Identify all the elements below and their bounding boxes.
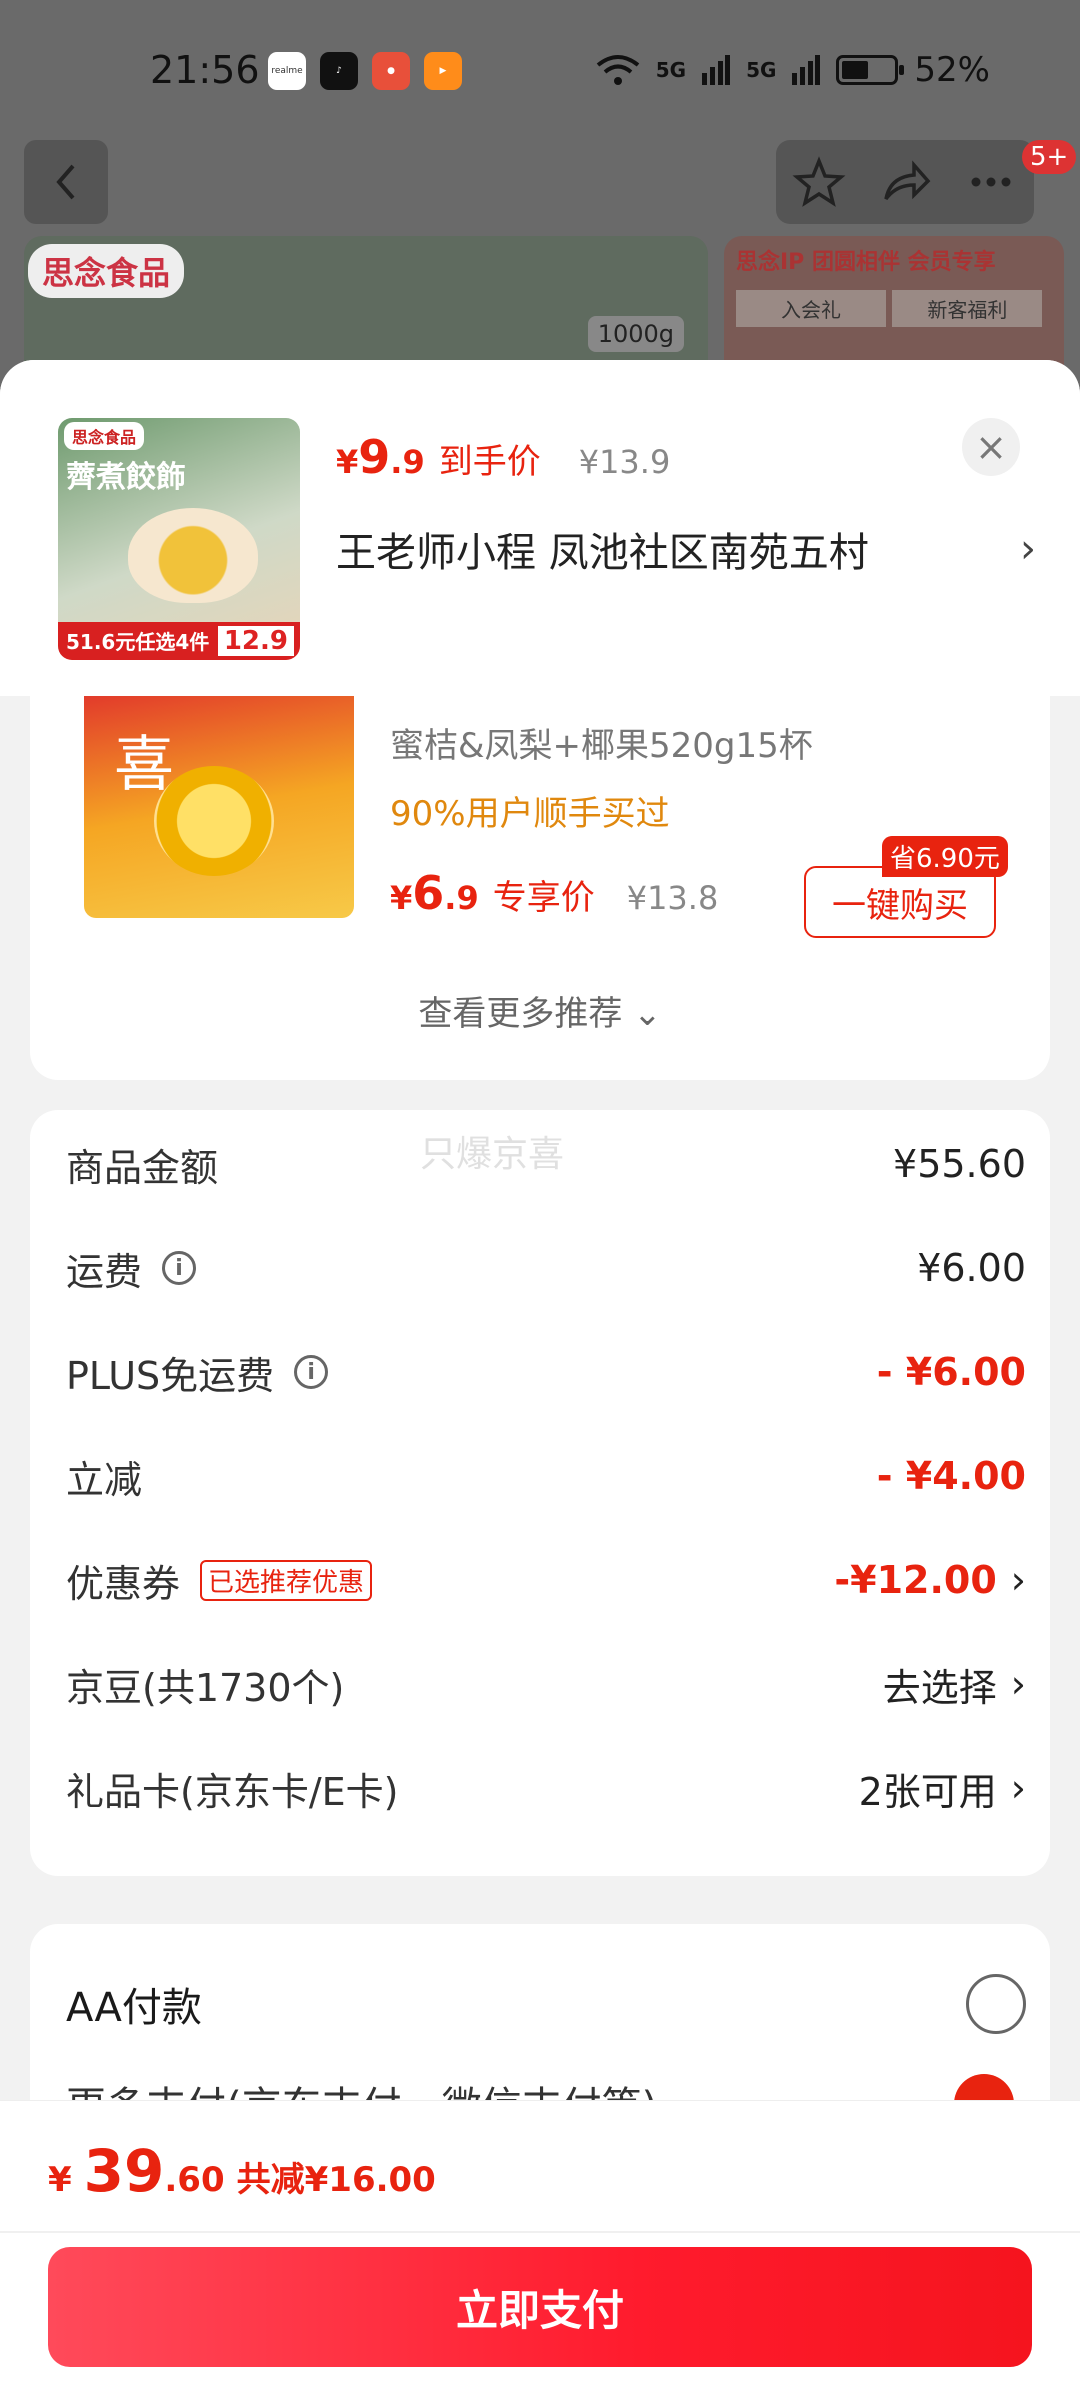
status-app-icons: realme ♪ ● ▶ (268, 52, 462, 90)
close-button[interactable]: × (962, 418, 1020, 476)
share-icon[interactable] (878, 155, 932, 209)
app-orange-icon: ● (372, 52, 410, 90)
chevron-right-icon: › (1010, 1558, 1026, 1602)
battery-icon (836, 55, 905, 85)
recommend-name: 蜜桔&凤梨+椰果520g15杯 (390, 726, 813, 766)
signal-icon (702, 55, 731, 85)
thumb-price: 12.9 (217, 626, 294, 656)
recommend-price-line: ¥6.9 专享价 ¥13.8 (390, 866, 718, 920)
back-button[interactable] (24, 140, 108, 224)
fee-row: 运费 i ¥6.00 (66, 1228, 1026, 1308)
close-icon: × (975, 425, 1007, 469)
notification-badge: 5+ (1022, 140, 1077, 174)
fee-label: 礼品卡(京东卡/E卡) (66, 1769, 399, 1814)
fee-card: 商品金额 ¥55.60 运费 i ¥6.00 PLUS免运费 i - ¥6.00 立减 - ¥4.… (30, 1110, 1050, 1876)
chevron-down-icon: ⌄ (633, 994, 662, 1034)
fee-value: - ¥6.00 (876, 1350, 1026, 1394)
fee-value: ¥55.60 (893, 1142, 1026, 1186)
fee-value: ¥6.00 (917, 1246, 1026, 1290)
final-price: ¥9.9 (336, 430, 425, 484)
brand-logo: 思念食品 (28, 244, 185, 298)
recommend-price: ¥6.9 (390, 866, 479, 920)
coupon-tag: 已选推荐优惠 (200, 1559, 373, 1601)
fee-label: 优惠券 已选推荐优惠 (66, 1553, 373, 1608)
price-line: ¥9.9 到手价 ¥13.9 (336, 430, 670, 484)
wifi-icon (596, 55, 639, 85)
recommend-original-price: ¥13.8 (626, 879, 719, 917)
member-gift-box: 入会礼 (736, 290, 886, 327)
fee-value: -¥12.00 › (834, 1558, 1026, 1602)
product-thumbnail[interactable]: 思念食品 薺煮餃飾 51.6元任选4件 12.9 (58, 418, 300, 660)
aa-payment-label: AA付款 (66, 1985, 202, 2031)
save-tag: 省6.90元 (882, 836, 1008, 877)
member-banner-header: 思念IP 团圆相伴 会员专享 (736, 250, 996, 275)
thumb-logo: 思念食品 (64, 422, 145, 450)
status-bar: 21:56 realme ♪ ● ▶ 5G 5G 52% (0, 0, 1080, 140)
final-price-label: 到手价 (438, 442, 541, 482)
status-indicators: 5G 5G 52% (596, 50, 990, 90)
watermark: 只爆京喜 (420, 1134, 565, 1175)
sheet-header: 思念食品 薺煮餃飾 51.6元任选4件 12.9 ¥9.9 到手价 ¥13.9 … (0, 360, 1080, 696)
info-icon[interactable]: i (162, 1251, 197, 1285)
recommend-card: 喜 蜜桔&凤梨+椰果520g15杯 90%用户顺手买过 ¥6.9 专享价 ¥13… (30, 696, 1050, 1080)
chevron-right-icon: › (1010, 1766, 1026, 1810)
status-time: 21:56 (150, 48, 260, 92)
fee-label: 运费 i (66, 1241, 197, 1296)
total-dec: .60 (164, 2160, 225, 2200)
address-selector[interactable]: 王老师小程 凤池社区南苑五村 › (336, 520, 1036, 578)
network-2: 5G (746, 58, 777, 82)
total-int: 39 (83, 2137, 165, 2205)
original-price: ¥13.9 (578, 443, 671, 481)
pay-now-button[interactable]: 立即支付 (48, 2247, 1032, 2367)
realme-icon: realme (268, 52, 306, 90)
address-text: 王老师小程 凤池社区南苑五村 (336, 530, 869, 576)
total-saved: 共减¥16.00 (236, 2160, 436, 2200)
fee-row: 立减 - ¥4.00 (66, 1436, 1026, 1516)
recommend-price-label: 专享价 (492, 878, 595, 918)
douyin-icon: ♪ (320, 52, 358, 90)
aa-payment-radio[interactable] (966, 1974, 1026, 2034)
signal-icon-2 (792, 55, 821, 85)
weight-tag: 1000g (587, 316, 684, 352)
video-app-icon: ▶ (424, 52, 462, 90)
fee-label: 商品金额 (66, 1145, 219, 1190)
footer-divider (0, 2231, 1080, 2233)
recommend-image[interactable]: 喜 (84, 696, 354, 918)
more-recommend-link[interactable]: 查看更多推荐 ⌄ (30, 986, 1050, 1035)
footer: ¥ 39 .60 共减¥16.00 立即支付 (0, 2100, 1080, 2400)
star-icon[interactable] (792, 155, 846, 209)
fee-row[interactable]: 礼品卡(京东卡/E卡) 2张可用 › (66, 1748, 1026, 1828)
fee-value: 2张可用 › (858, 1766, 1026, 1814)
chevron-left-icon (56, 164, 75, 200)
fee-value: 去选择 › (882, 1662, 1026, 1710)
fee-label: 立减 (66, 1457, 143, 1502)
checkout-sheet: 思念食品 薺煮餃飾 51.6元任选4件 12.9 ¥9.9 到手价 ¥13.9 … (0, 360, 1080, 2400)
more-icon[interactable] (964, 155, 1018, 209)
fee-label: PLUS免运费 i (66, 1345, 329, 1400)
top-action-bar (776, 140, 1034, 224)
fee-value: - ¥4.00 (876, 1454, 1026, 1498)
total-yen: ¥ (48, 2160, 72, 2200)
chevron-right-icon: › (1010, 1662, 1026, 1706)
jelly-cup-image (154, 766, 274, 876)
fee-row: PLUS免运费 i - ¥6.00 (66, 1332, 1026, 1412)
thumb-title: 薺煮餃飾 (66, 460, 186, 495)
battery-percent: 52% (914, 50, 990, 90)
info-icon[interactable]: i (294, 1355, 329, 1389)
fee-row[interactable]: 优惠券 已选推荐优惠 -¥12.00 › (66, 1540, 1026, 1620)
total-line: ¥ 39 .60 共减¥16.00 (48, 2137, 436, 2205)
dumpling-image (128, 508, 258, 603)
fee-row[interactable]: 京豆(共1730个) 去选择 › (66, 1644, 1026, 1724)
fee-label: 京豆(共1730个) (66, 1665, 345, 1710)
recommend-social-proof: 90%用户顺手买过 (390, 794, 670, 834)
chevron-right-icon: › (1020, 526, 1036, 572)
network-1: 5G (655, 58, 687, 82)
aa-payment-row[interactable]: AA付款 (66, 1964, 1026, 2044)
new-customer-box: 新客福利 (892, 290, 1043, 327)
